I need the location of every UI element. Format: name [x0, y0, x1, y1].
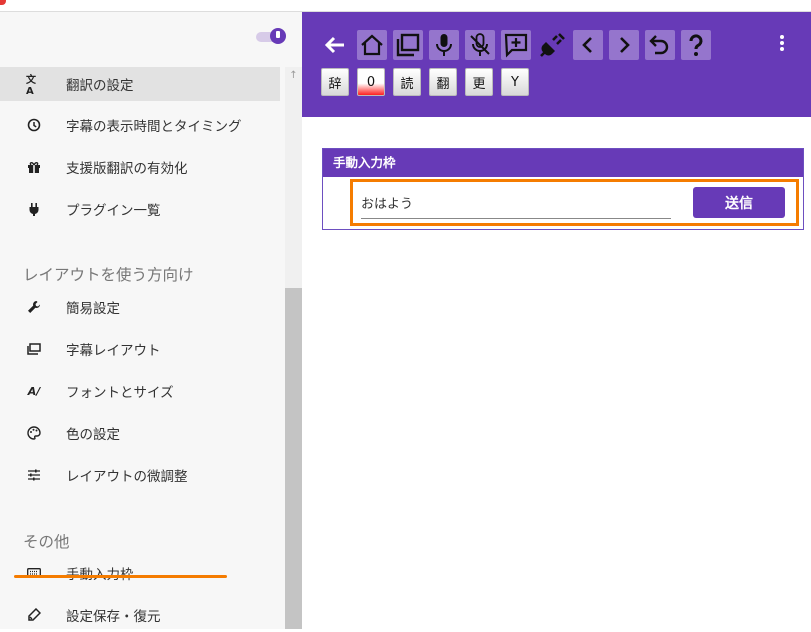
- section-heading-layout: レイアウトを使う方向け: [23, 266, 194, 284]
- mic-icon[interactable]: [429, 30, 459, 60]
- chip-counter[interactable]: 0: [357, 68, 385, 96]
- app-bar: [302, 12, 811, 117]
- sidebar-item-save-restore[interactable]: 設定保存・復元: [0, 598, 280, 632]
- sidebar-item-font-size[interactable]: A/ フォントとサイズ: [0, 374, 280, 408]
- tune-icon: [26, 467, 42, 483]
- more-menu-icon[interactable]: [778, 34, 786, 52]
- window-top-strip: [0, 0, 811, 12]
- scroll-up-arrow-icon[interactable]: ↑: [285, 67, 302, 85]
- translate-icon: 文A: [26, 75, 36, 97]
- sidebar-item-label: プラグイン一覧: [66, 203, 161, 219]
- sidebar-item-label: 字幕の表示時間とタイミング: [66, 119, 242, 135]
- sidebar-item-label: 色の設定: [66, 427, 120, 443]
- sidebar-item-label: レイアウトの微調整: [66, 469, 188, 485]
- sidebar-scrollbar-thumb[interactable]: [285, 288, 302, 629]
- chip-read[interactable]: 読: [393, 68, 421, 96]
- section-heading-other: その他: [23, 533, 70, 551]
- mic-off-icon[interactable]: [465, 30, 495, 60]
- sidebar-item-label: 簡易設定: [66, 301, 120, 317]
- add-comment-icon[interactable]: [501, 30, 531, 60]
- active-item-underline: [14, 575, 227, 578]
- sidebar-item-label: 字幕レイアウト: [66, 343, 161, 359]
- plug-off-icon[interactable]: [537, 30, 567, 60]
- chip-update[interactable]: 更: [465, 68, 493, 96]
- plug-icon: [26, 201, 42, 217]
- sidebar-toggle[interactable]: [256, 28, 286, 44]
- sidebar: 文A 翻訳の設定 字幕の表示時間とタイミング 支援版翻訳の有効化 プラグイン一覧…: [0, 12, 302, 629]
- window-icon[interactable]: [393, 30, 423, 60]
- sidebar-item-label: 支援版翻訳の有効化: [66, 161, 188, 177]
- font-icon: A/: [27, 384, 41, 398]
- panel-title: 手動入力枠: [323, 149, 803, 177]
- app-logo-mark: [0, 0, 6, 5]
- back-arrow-icon[interactable]: [320, 30, 350, 60]
- sidebar-item-label: 設定保存・復元: [66, 609, 161, 625]
- sidebar-item-manual-input[interactable]: 手動入力枠: [0, 556, 280, 590]
- chip-dictionary[interactable]: 辞: [321, 68, 349, 96]
- sidebar-item-support-translation[interactable]: 支援版翻訳の有効化: [0, 150, 280, 184]
- sidebar-item-subtitle-layout[interactable]: 字幕レイアウト: [0, 332, 280, 366]
- save-restore-icon: [26, 607, 42, 623]
- sidebar-item-translation-settings[interactable]: 文A 翻訳の設定: [0, 67, 280, 101]
- layout-icon: [26, 341, 42, 357]
- sidebar-item-quick-settings[interactable]: 簡易設定: [0, 290, 280, 324]
- send-button[interactable]: 送信: [693, 187, 785, 218]
- manual-input-field[interactable]: [361, 186, 671, 219]
- wrench-icon: [26, 299, 42, 315]
- chevron-right-icon[interactable]: [609, 30, 639, 60]
- sidebar-item-label: フォントとサイズ: [66, 385, 174, 401]
- help-icon[interactable]: [681, 30, 711, 60]
- sidebar-item-plugins[interactable]: プラグイン一覧: [0, 192, 280, 226]
- sidebar-item-label: 翻訳の設定: [66, 78, 134, 94]
- gift-icon: [26, 159, 42, 175]
- sidebar-item-layout-tuning[interactable]: レイアウトの微調整: [0, 458, 280, 492]
- chevron-left-icon[interactable]: [573, 30, 603, 60]
- clock-icon: [26, 117, 42, 133]
- palette-icon: [26, 425, 42, 441]
- home-icon[interactable]: [357, 30, 387, 60]
- sidebar-item-subtitle-timing[interactable]: 字幕の表示時間とタイミング: [0, 108, 280, 142]
- keyboard-icon: [26, 565, 42, 581]
- chip-y[interactable]: Y: [501, 68, 529, 96]
- undo-icon[interactable]: [645, 30, 675, 60]
- sidebar-item-color-settings[interactable]: 色の設定: [0, 416, 280, 450]
- sidebar-item-label: 手動入力枠: [66, 563, 134, 583]
- chip-translate[interactable]: 翻: [429, 68, 457, 96]
